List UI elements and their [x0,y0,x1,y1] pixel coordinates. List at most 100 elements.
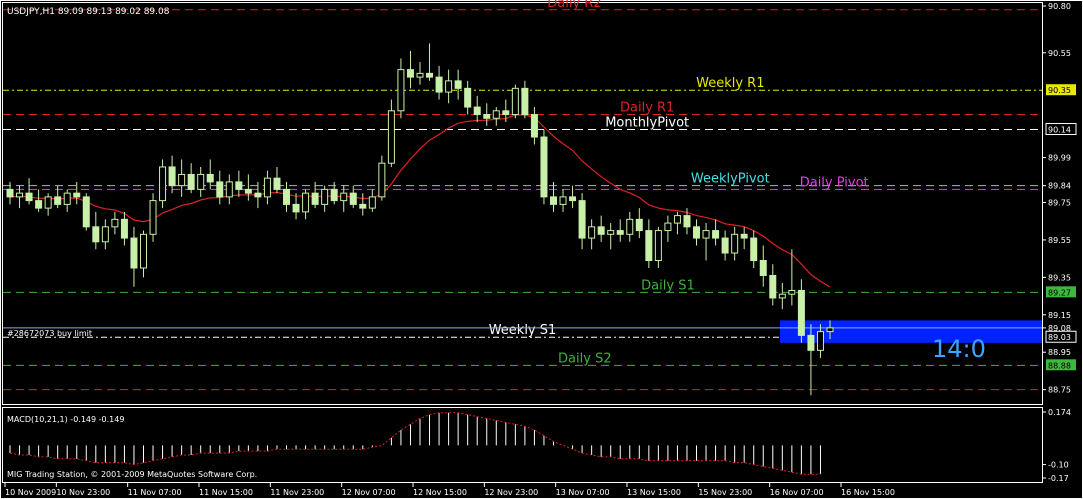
candle-body [139,233,147,269]
candle [159,159,167,209]
candle-body [254,192,262,198]
candle [511,84,519,119]
order-label: #28672073 buy limit [7,329,92,338]
candle-body [416,72,424,78]
candle-body [607,230,615,235]
candle-body [44,196,52,209]
candle-body [311,192,319,205]
time-tick-label: 16 Nov 07:00 [770,488,824,497]
price-chart[interactable]: Daily R2 Weekly R1 Daily R1MonthlyPivot Wee… [0,0,1083,499]
candle-body [702,230,710,239]
level-label: Daily S2 [558,351,612,366]
price-tick-label: 90.55 [1048,49,1071,58]
macd-tick-label: 0.174 [1048,408,1071,417]
level-label: Daily Pivot [800,175,869,190]
candle-body [187,173,195,190]
candle-body [330,188,338,202]
candle-body [120,218,128,239]
candle-body [35,200,43,209]
time-tick-label: 10 Nov 2009 [5,488,56,497]
candle-body [445,80,453,93]
price-tick-label: 90.80 [1048,2,1071,11]
price-tick-label: 89.55 [1048,236,1071,245]
price-tick-label: 88.95 [1048,348,1071,357]
candle-body [101,226,109,243]
copyright: MIG Trading Station, © 2001-2009 MetaQuo… [7,470,257,479]
candle-body [206,173,214,183]
candle-body [788,289,796,295]
time-tick-label: 16 Nov 15:00 [841,488,895,497]
candle-body [263,177,271,198]
candle-body [731,233,739,254]
candle-body [82,196,90,228]
candle-body [273,177,281,190]
candle-body [387,110,395,164]
candle-body [597,226,605,235]
candle-body [340,192,348,202]
candle-body [368,196,376,209]
candle [540,129,548,205]
candle-body [759,260,767,276]
candle-body [349,192,357,205]
candle-body [683,215,691,228]
candle-body [483,114,491,119]
price-tag: 90.14 [1048,126,1071,135]
candle-body [559,196,567,205]
candle-body [549,196,557,205]
candle-body [321,188,329,205]
time-tick-label: 11 Nov 07:00 [128,488,182,497]
candle-body [54,196,62,205]
candle-body [302,192,310,213]
candle-body [540,136,548,198]
candle-body [712,230,720,239]
price-tick-label: 89.75 [1048,199,1071,208]
level-label: Daily R2 [547,0,601,11]
candle-body [664,222,672,232]
candle-body [492,110,500,119]
time-tick-label: 11 Nov 15:00 [199,488,253,497]
candle-body [178,173,186,187]
candle-body [216,181,224,198]
price-tag: 89.03 [1048,333,1071,342]
candle-body [569,196,577,202]
candle-body [25,192,33,202]
candle-body [740,233,748,239]
candle-body [464,87,472,108]
candle-body [616,230,624,235]
candle-body [807,334,815,351]
price-tag: 90.35 [1048,86,1071,95]
level-label: WeeklyPivot [691,172,770,187]
candle-body [750,237,758,262]
candle-body [645,230,653,262]
candle-body [673,215,681,224]
time-tick-label: 15 Nov 23:00 [698,488,752,497]
candle [149,193,157,242]
time-tick-label: 11 Nov 23:00 [270,488,324,497]
candle-body [721,237,729,254]
candle-body [168,166,176,187]
level-label: MonthlyPivot [605,116,689,131]
candle [82,193,90,231]
time-tick-label: 12 Nov 07:00 [342,488,396,497]
price-tick-label: 89.15 [1048,311,1071,320]
candle-body [826,327,834,333]
candle-body [816,331,824,351]
price-tag: 88.88 [1048,361,1071,370]
candle-body [635,218,643,232]
price-tick-label: 89.84 [1048,182,1071,191]
candle-body [435,76,443,93]
candle-body [111,218,119,228]
candle-body [73,192,81,198]
level-label: Daily S1 [641,278,695,293]
macd-tick-label: -0.17 [1048,474,1069,483]
candle-body [578,200,586,239]
price-tick-label: 89.99 [1048,154,1071,163]
price-tag: 89.27 [1048,288,1071,297]
candle-body [235,181,243,190]
candle-body [130,237,138,269]
candle-body [197,173,205,190]
candle-body [244,188,252,194]
candle-body [359,203,367,209]
time-tick-label: 13 Nov 15:00 [627,488,681,497]
candle-body [283,188,291,205]
